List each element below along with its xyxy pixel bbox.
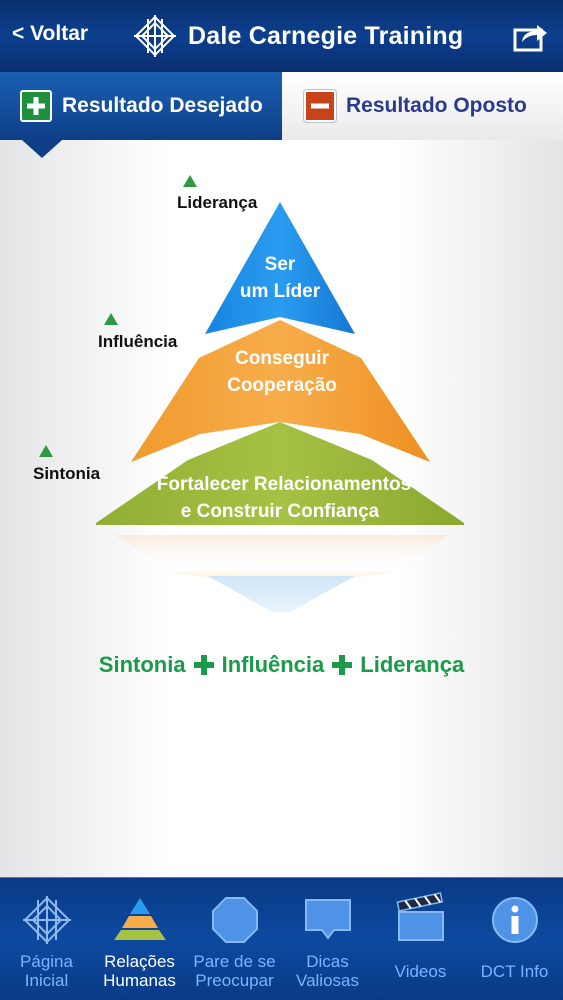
nav-item-dicas-valiosas[interactable]: Dicas Valiosas [281, 878, 374, 1000]
app-header: < Voltar Dale Carnegie Training [0, 0, 563, 72]
layer-top-line1: Ser [265, 254, 296, 275]
nav-label-line1: DCT Info [480, 962, 549, 981]
tab-pointer [22, 140, 62, 158]
level-label-sintonia: Sintonia [33, 464, 101, 483]
pyramid-diagram: Ser um Líder Conseguir Cooperação Fortal… [33, 175, 464, 612]
nav-label-line1: Pare de se [193, 952, 276, 971]
nav-label-line2: Preocupar [195, 971, 274, 990]
nav-item-pare-de-se-preocupar[interactable]: Pare de se Preocupar [188, 878, 281, 1000]
plus-icon [20, 90, 52, 122]
dale-carnegie-logo-icon [134, 15, 176, 57]
result-tabs: Resultado Desejado Resultado Oposto [0, 72, 563, 140]
nav-label-line1: Página [20, 952, 73, 971]
speech-bubble-icon [304, 899, 351, 940]
level-label-influencia: Influência [98, 332, 178, 351]
nav-item-pagina-inicial[interactable]: Página Inicial [0, 878, 93, 1000]
formula-term: Sintonia [98, 652, 186, 677]
stop-octagon-icon [211, 897, 258, 943]
formula-term: Influência [221, 652, 325, 677]
formula-term: Liderança [360, 652, 465, 677]
plus-icon [193, 655, 214, 675]
brand: Dale Carnegie Training [132, 12, 463, 60]
minus-icon [304, 90, 336, 122]
app-title: Dale Carnegie Training [188, 21, 464, 50]
main-content: Ser um Líder Conseguir Cooperação Fortal… [0, 140, 563, 877]
nav-label-line2: Valiosas [296, 971, 359, 990]
nav-item-dct-info[interactable]: DCT Info [468, 878, 561, 1000]
nav-label-line1: Relações [104, 952, 175, 971]
nav-label-line2: Humanas [103, 971, 176, 990]
pyramid-icon [113, 898, 166, 940]
nav-label-line1: Videos [394, 962, 447, 981]
share-icon[interactable] [513, 20, 549, 52]
nav-label-line2: Inicial [24, 971, 69, 990]
info-icon [491, 897, 538, 943]
formula: Sintonia Influência Liderança [0, 650, 563, 680]
back-button[interactable]: < Voltar [12, 22, 88, 46]
marker-triangle-icon [104, 313, 118, 325]
tab-label: Resultado Desejado [62, 94, 263, 117]
marker-triangle-icon [183, 175, 197, 187]
nav-label-line1: Dicas [306, 952, 349, 971]
bottom-nav: Página Inicial Relações Humanas Pare de … [0, 877, 563, 1000]
tab-resultado-oposto[interactable]: Resultado Oposto [282, 72, 563, 140]
tab-resultado-desejado[interactable]: Resultado Desejado [0, 72, 282, 140]
clapperboard-icon [395, 892, 444, 941]
pyramid-reflection [115, 535, 450, 612]
layer-bottom-line1: Fortalecer Relacionamentos [157, 474, 411, 495]
nav-item-relacoes-humanas[interactable]: Relações Humanas [93, 878, 186, 1000]
home-logo-icon [22, 896, 71, 944]
layer-middle-line2: Cooperação [227, 375, 337, 396]
tab-label: Resultado Oposto [346, 94, 527, 117]
layer-bottom-line2: e Construir Confiança [181, 501, 380, 522]
marker-triangle-icon [39, 445, 53, 457]
layer-middle-line1: Conseguir [235, 348, 330, 369]
layer-top-line2: um Líder [240, 281, 321, 302]
level-label-lideranca: Liderança [177, 193, 258, 212]
nav-item-videos[interactable]: Videos [374, 878, 467, 1000]
plus-icon [332, 655, 353, 675]
